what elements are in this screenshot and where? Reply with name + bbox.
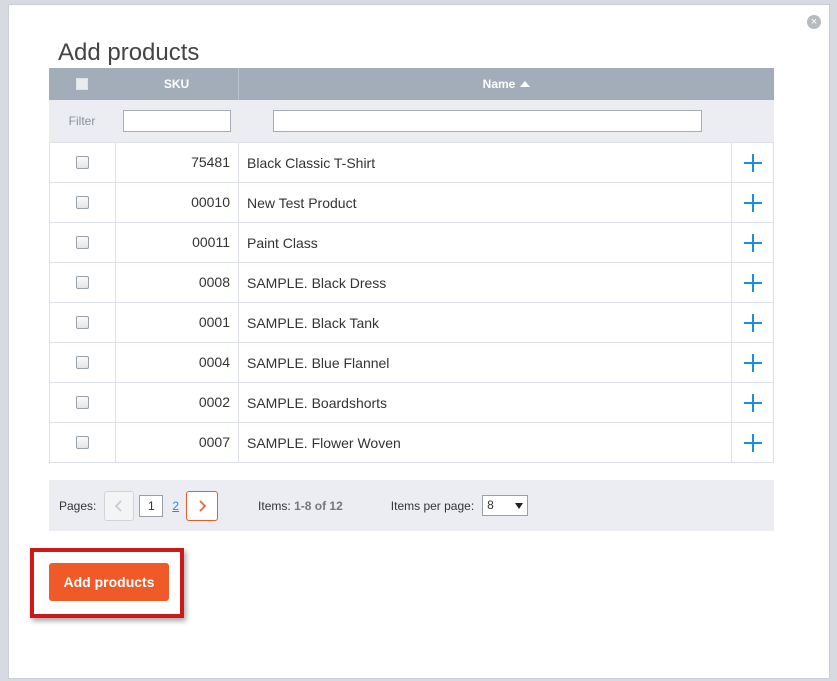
row-checkbox[interactable] (76, 356, 89, 369)
name-cell: Paint Class (247, 234, 318, 251)
column-header-sku[interactable]: SKU (115, 68, 239, 100)
products-grid: SKU Name Filter 75481 Black Classic T-Shi… (49, 68, 774, 463)
grid-header: SKU Name (49, 68, 774, 100)
row-checkbox-cell (50, 423, 116, 462)
add-product-cell (731, 383, 773, 422)
name-cell: SAMPLE. Flower Woven (247, 434, 401, 451)
plus-icon[interactable] (743, 393, 762, 412)
row-checkbox[interactable] (76, 316, 89, 329)
name-cell: SAMPLE. Black Dress (247, 274, 387, 291)
column-header-name[interactable]: Name (239, 68, 774, 100)
add-product-cell (731, 343, 773, 382)
chevron-left-icon (115, 499, 122, 512)
sku-filter-input[interactable] (123, 110, 231, 132)
row-checkbox[interactable] (76, 156, 89, 169)
row-checkbox-cell (50, 143, 116, 182)
name-cell: SAMPLE. Black Tank (247, 314, 380, 331)
sku-cell: 0007 (116, 423, 239, 462)
page-link-2[interactable]: 2 (172, 499, 179, 513)
sku-cell: 0002 (116, 383, 239, 422)
select-all-cell (49, 78, 115, 90)
sku-cell: 00011 (116, 223, 239, 262)
next-page-button[interactable] (186, 490, 219, 521)
add-product-cell (731, 183, 773, 222)
table-row: 0002 SAMPLE. Boardshorts (49, 383, 774, 423)
row-checkbox[interactable] (76, 196, 89, 209)
plus-icon[interactable] (743, 313, 762, 332)
plus-icon[interactable] (743, 433, 762, 452)
name-cell: SAMPLE. Boardshorts (247, 394, 388, 411)
page-title: Add products (58, 39, 200, 66)
table-row: 0007 SAMPLE. Flower Woven (49, 423, 774, 463)
table-row: 0008 SAMPLE. Black Dress (49, 263, 774, 303)
add-product-cell (731, 303, 773, 342)
name-filter-input[interactable] (273, 110, 702, 132)
sort-ascending-icon (520, 80, 531, 87)
row-checkbox[interactable] (76, 436, 89, 449)
grid-body: 75481 Black Classic T-Shirt 00010 New Test … (49, 143, 774, 463)
filter-label: Filter (68, 114, 96, 128)
table-row: 00011 Paint Class (49, 223, 774, 263)
add-product-cell (731, 223, 773, 262)
sku-cell: 75481 (116, 143, 239, 182)
name-cell: SAMPLE. Blue Flannel (247, 354, 390, 371)
row-checkbox[interactable] (76, 236, 89, 249)
name-cell: New Test Product (247, 194, 357, 211)
add-product-cell (731, 423, 773, 462)
name-cell: Black Classic T-Shirt (247, 154, 376, 171)
table-row: 75481 Black Classic T-Shirt (49, 143, 774, 183)
chevron-right-icon (199, 499, 207, 512)
sku-cell: 00010 (116, 183, 239, 222)
plus-icon[interactable] (743, 193, 762, 212)
prev-page-button[interactable] (104, 490, 135, 521)
close-icon[interactable]: × (807, 15, 821, 29)
current-page-box[interactable]: 1 (139, 494, 164, 517)
filter-row: Filter (49, 100, 774, 143)
sku-cell: 0004 (116, 343, 239, 382)
items-per-page-select[interactable]: 8 (482, 495, 529, 516)
add-product-cell (731, 143, 773, 182)
table-row: 0004 SAMPLE. Blue Flannel (49, 343, 774, 383)
row-checkbox[interactable] (76, 396, 89, 409)
add-product-cell (731, 263, 773, 302)
row-checkbox-cell (50, 183, 116, 222)
plus-icon[interactable] (743, 273, 762, 292)
caret-down-icon (515, 503, 524, 509)
sku-cell: 0001 (116, 303, 239, 342)
row-checkbox-cell (50, 223, 116, 262)
add-products-button[interactable]: Add products (49, 563, 169, 601)
row-checkbox-cell (50, 263, 116, 302)
row-checkbox-cell (50, 383, 116, 422)
select-all-checkbox[interactable] (76, 78, 88, 90)
row-checkbox-cell (50, 303, 116, 342)
plus-icon[interactable] (743, 353, 762, 372)
plus-icon[interactable] (743, 233, 762, 252)
pagination-bar: Pages: 1 2 Items: 1-8 of 12 Items per pa… (49, 480, 774, 531)
table-row: 0001 SAMPLE. Black Tank (49, 303, 774, 343)
plus-icon[interactable] (743, 153, 762, 172)
items-info: Items: 1-8 of 12 (258, 498, 343, 513)
table-row: 00010 New Test Product (49, 183, 774, 223)
row-checkbox-cell (50, 343, 116, 382)
sku-cell: 0008 (116, 263, 239, 302)
items-per-page-label: Items per page: (390, 498, 475, 513)
row-checkbox[interactable] (76, 276, 89, 289)
pages-label: Pages: (59, 498, 97, 513)
